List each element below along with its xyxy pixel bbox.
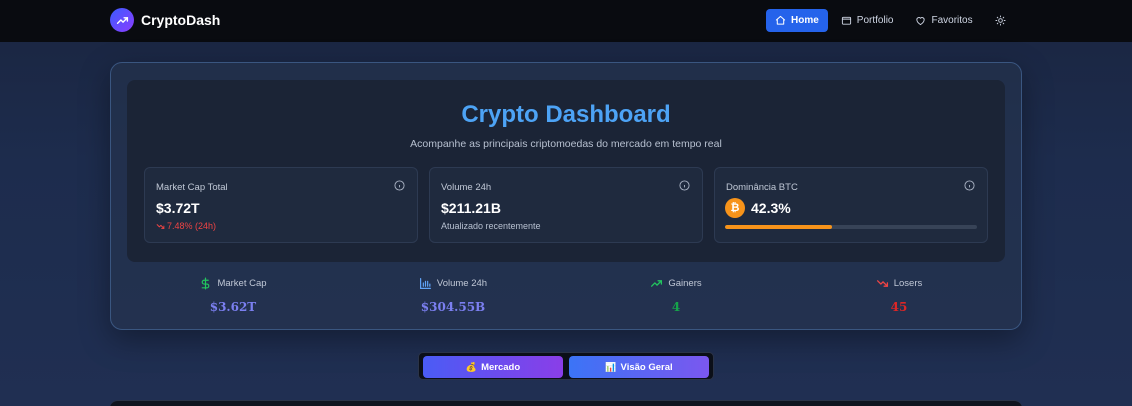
btc-dominance-label: Dominância BTC <box>726 182 798 193</box>
theme-toggle-button[interactable] <box>986 9 1015 32</box>
brand[interactable]: CryptoDash <box>110 8 220 32</box>
overview-card: Crypto Dashboard Acompanhe as principais… <box>110 62 1022 330</box>
nav-portfolio-button[interactable]: Portfolio <box>832 9 903 32</box>
summary-market-cap-label: Market Cap <box>217 278 267 289</box>
bitcoin-icon: ₿ <box>725 198 745 218</box>
nav-links: Home Portfolio Favoritos <box>766 9 1015 32</box>
summary-gainers: Gainers 4 <box>566 277 786 314</box>
info-icon[interactable] <box>679 180 690 191</box>
trending-up-logo-icon <box>110 8 134 32</box>
market-cap-card: Market Cap Total $3.72T 7.48% (24h) <box>144 167 418 243</box>
market-cap-label: Market Cap Total <box>156 182 228 193</box>
volume-value: $211.21B <box>441 200 501 216</box>
summary-losers-label: Losers <box>893 278 923 289</box>
tab-visao-geral-label: Visão Geral <box>620 361 673 373</box>
btc-dominance-progress-fill <box>725 225 832 229</box>
tab-visao-geral[interactable]: 📊 Visão Geral <box>569 356 709 378</box>
summary-market-cap: Market Cap $3.62T <box>123 277 343 314</box>
btc-dominance-row: ₿ 42.3% <box>725 198 791 218</box>
btc-dominance-value: 42.3% <box>751 200 791 216</box>
summary-gainers-label: Gainers <box>668 278 702 289</box>
home-icon <box>775 15 786 25</box>
summary-volume-value: $304.55B <box>420 300 486 314</box>
nav-home-label: Home <box>791 15 819 26</box>
dollar-icon <box>202 277 210 290</box>
summary-market-cap-label-row: Market Cap <box>123 277 343 290</box>
trending-down-icon <box>156 223 165 229</box>
market-cap-change: 7.48% (24h) <box>156 221 216 231</box>
trending-up-icon <box>651 280 663 287</box>
brand-name: CryptoDash <box>141 12 221 28</box>
btc-dominance-card: Dominância BTC ₿ 42.3% <box>714 167 988 243</box>
tab-mercado-label: Mercado <box>481 361 521 373</box>
heart-icon <box>916 17 926 26</box>
summary-volume-label: Volume 24h <box>436 278 488 289</box>
page-title: Crypto Dashboard <box>461 101 671 128</box>
summary-market-cap-value: $3.62T <box>209 300 257 314</box>
nav-favoritos-button[interactable]: Favoritos <box>906 9 981 32</box>
nav-home-button[interactable]: Home <box>766 9 828 32</box>
nav-favoritos-label: Favoritos <box>931 15 973 26</box>
summary-gainers-value: 4 <box>671 300 681 314</box>
bar-chart-icon <box>419 278 431 289</box>
market-cap-value: $3.72T <box>156 200 200 216</box>
money-bag-icon: 💰 <box>465 361 478 372</box>
summary-losers: Losers 45 <box>789 277 1009 314</box>
btc-dominance-progress <box>725 225 977 229</box>
info-icon[interactable] <box>394 180 405 191</box>
navbar: CryptoDash Home Portfolio Favoritos <box>0 0 1132 42</box>
summary-losers-label-row: Losers <box>789 277 1009 290</box>
nav-portfolio-label: Portfolio <box>856 15 894 26</box>
volume-label: Volume 24h <box>441 182 492 193</box>
volume-card: Volume 24h $211.21B Atualizado recenteme… <box>429 167 703 243</box>
tab-mercado[interactable]: 💰 Mercado <box>423 356 563 378</box>
summary-losers-value: 45 <box>890 300 908 314</box>
wallet-icon <box>841 16 851 25</box>
summary-gainers-label-row: Gainers <box>566 277 786 290</box>
info-icon[interactable] <box>964 180 975 191</box>
trending-down-icon <box>876 280 888 287</box>
summary-volume: Volume 24h $304.55B <box>343 277 563 314</box>
bar-chart-emoji-icon: 📊 <box>605 361 617 372</box>
volume-note: Atualizado recentemente <box>441 221 541 231</box>
hero-panel: Crypto Dashboard Acompanhe as principais… <box>127 80 1005 262</box>
page-subtitle: Acompanhe as principais criptomoedas do … <box>410 138 722 150</box>
sun-icon <box>995 15 1006 26</box>
content-panel-top <box>110 400 1022 406</box>
summary-volume-label-row: Volume 24h <box>343 277 563 290</box>
view-tabs: 💰 Mercado 📊 Visão Geral <box>418 352 714 380</box>
market-cap-change-value: 7.48% (24h) <box>167 221 217 231</box>
